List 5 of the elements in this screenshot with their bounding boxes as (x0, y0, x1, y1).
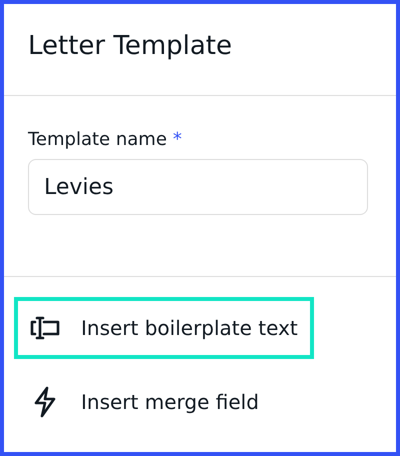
required-mark: * (172, 129, 182, 150)
field-label: Template name * (28, 129, 183, 151)
template-name-field[interactable]: Levies (28, 159, 368, 215)
insert-action[interactable]: Insert boilerplate text (14, 297, 314, 359)
panel-title: Letter Template (28, 30, 234, 62)
